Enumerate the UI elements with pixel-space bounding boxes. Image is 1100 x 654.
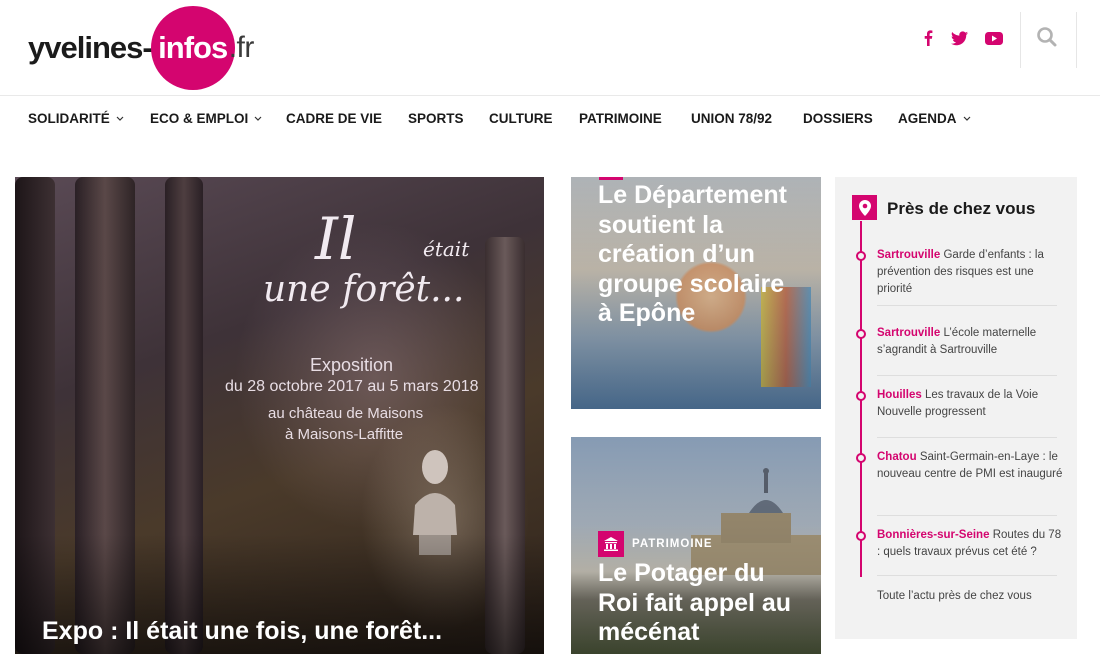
logo-circle: infos [150, 6, 235, 90]
category-label: PATRIMOINE [632, 538, 713, 550]
hero-image-text: une forêt... [263, 269, 465, 310]
twitter-icon[interactable] [951, 26, 968, 50]
news-city: Chatou [877, 451, 917, 463]
hero-image-text: Il [315, 205, 357, 273]
news-city: Houilles [877, 389, 922, 401]
chevron-down-icon [963, 116, 970, 121]
site-header: yvelines - infos .fr [0, 0, 1100, 96]
nearby-news-item[interactable]: Houilles Les travaux de la Voie Nouvelle… [877, 387, 1065, 421]
timeline-dot [856, 251, 866, 261]
article-title[interactable]: Le Potager du Roi fait appel au mécénat [598, 559, 808, 648]
logo-text-infos: infos [158, 30, 228, 65]
nav-item-label: DOSSIERS [803, 111, 873, 126]
timeline-dot [856, 531, 866, 541]
timeline-dot [856, 329, 866, 339]
news-city: Sartrouville [877, 327, 941, 339]
nav-item-label: SPORTS [408, 111, 464, 126]
nav-item-label: PATRIMOINE [579, 111, 662, 126]
nav-item-union-78-92[interactable]: UNION 78/92 [691, 111, 772, 126]
header-divider [1020, 12, 1021, 68]
nav-item-label: UNION 78/92 [691, 111, 773, 126]
hero-article-card[interactable]: Il était une forêt... Exposition du 28 o… [15, 177, 544, 654]
header-divider [1076, 12, 1077, 68]
nav-item-solidarite[interactable]: SOLIDARITÉ [28, 111, 124, 126]
main-nav: SOLIDARITÉ ECO & EMPLOI CADRE DE VIE SPO… [0, 97, 1100, 143]
divider [877, 437, 1057, 438]
nav-item-dossiers[interactable]: DOSSIERS [803, 111, 873, 126]
monument-icon [598, 531, 624, 557]
card2-accent [599, 177, 623, 180]
youtube-icon[interactable] [985, 26, 1003, 50]
hero-image-text: était [423, 237, 470, 261]
nearby-news-item[interactable]: Chatou Saint-Germain-en-Laye : le nouvea… [877, 449, 1065, 483]
nav-item-label: CULTURE [489, 111, 553, 126]
nav-item-culture[interactable]: CULTURE [489, 111, 553, 126]
facebook-icon[interactable] [922, 26, 934, 50]
logo-text-yvelines: yvelines [28, 30, 143, 65]
divider [877, 305, 1057, 306]
hero-image-text: au château de Maisons [268, 405, 424, 422]
nearby-news-item[interactable]: Sartrouville Garde d’enfants : la préven… [877, 247, 1065, 298]
news-city: Bonnières-sur-Seine [877, 529, 990, 541]
article-card-potager[interactable]: PATRIMOINE Le Potager du Roi fait appel … [571, 437, 821, 654]
nav-item-label: SOLIDARITÉ [28, 111, 110, 126]
nav-item-sports[interactable]: SPORTS [408, 111, 464, 126]
timeline-dot [856, 391, 866, 401]
nav-item-label: AGENDA [898, 111, 957, 126]
nearby-news-item[interactable]: Sartrouville L’école maternelle s’agrand… [877, 325, 1065, 359]
nav-item-label: ECO & EMPLOI [150, 111, 249, 126]
article-title[interactable]: Le Département soutient la création d’un… [598, 181, 798, 329]
hero-image-text: du 28 octobre 2017 au 5 mars 2018 [225, 378, 479, 395]
timeline-dot [856, 453, 866, 463]
divider [877, 375, 1057, 376]
chevron-down-icon [116, 116, 124, 121]
nav-item-agenda[interactable]: AGENDA [898, 111, 971, 126]
search-icon[interactable] [1036, 26, 1062, 52]
site-logo[interactable]: yvelines - infos .fr [28, 6, 254, 90]
logo-text-fr: .fr [228, 31, 255, 64]
hero-image-text: Exposition [310, 355, 394, 375]
hero-image-text: à Maisons-Laffitte [285, 426, 404, 443]
more-nearby-news-link[interactable]: Toute l’actu près de chez vous [877, 590, 1032, 602]
nav-item-patrimoine[interactable]: PATRIMOINE [579, 111, 662, 126]
article-card-epone[interactable]: Le Département soutient la création d’un… [571, 177, 821, 409]
news-city: Sartrouville [877, 249, 941, 261]
divider [877, 515, 1057, 516]
category-badge[interactable]: PATRIMOINE [598, 531, 713, 557]
nearby-news-sidebar: Près de chez vous Sartrouville Garde d’e… [835, 177, 1077, 639]
nav-item-eco-emploi[interactable]: ECO & EMPLOI [150, 111, 262, 126]
map-pin-icon [852, 195, 877, 220]
chevron-down-icon [254, 116, 262, 121]
divider [877, 575, 1057, 576]
nearby-news-item[interactable]: Bonnières-sur-Seine Routes du 78 : quels… [877, 527, 1065, 561]
nav-item-cadre-de-vie[interactable]: CADRE DE VIE [286, 111, 382, 126]
nav-item-label: CADRE DE VIE [286, 111, 383, 126]
sidebar-title: Près de chez vous [887, 199, 1036, 218]
hero-article-title[interactable]: Expo : Il était une fois, une forêt... [42, 617, 442, 646]
